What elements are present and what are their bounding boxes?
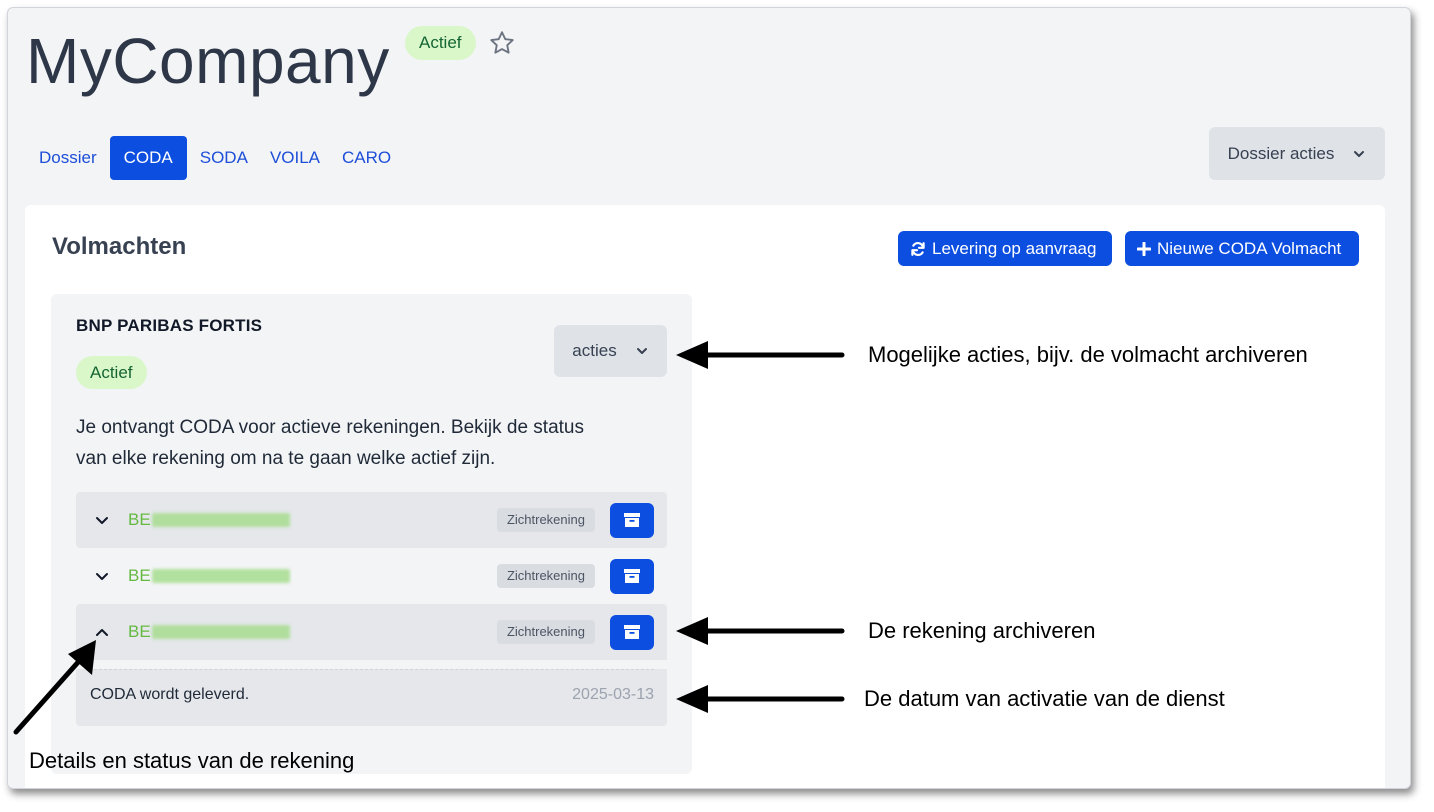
chevron-down-icon: [96, 573, 108, 580]
account-row-expanded: BE Zichtrekening: [76, 604, 667, 660]
star-icon[interactable]: [488, 29, 516, 57]
account-detail: CODA wordt geleverd. 2025-03-13: [76, 669, 667, 726]
detail-activation-date: 2025-03-13: [572, 686, 654, 703]
app-window: MyCompany Actief Dossier CODA SODA VOILA…: [7, 7, 1411, 789]
nieuwe-label: Nieuwe CODA Volmacht: [1157, 238, 1342, 258]
tab-voila[interactable]: VOILA: [261, 136, 329, 180]
status-badge: Actief: [405, 26, 476, 60]
mandate-card: BNP PARIBAS FORTIS Actief acties Je ontv…: [51, 294, 692, 774]
expand-toggle[interactable]: [76, 568, 128, 584]
section-title: Volmachten: [52, 233, 187, 260]
archive-button[interactable]: [610, 558, 654, 594]
expand-toggle[interactable]: [76, 512, 128, 528]
iban: BE: [128, 622, 497, 642]
annotation-datum: De datum van activatie van de dienst: [864, 686, 1225, 711]
tab-coda[interactable]: CODA: [109, 136, 187, 180]
iban-redacted: [151, 625, 290, 639]
levering-op-aanvraag-button[interactable]: Levering op aanvraag: [898, 231, 1112, 266]
acties-dropdown-button[interactable]: acties: [554, 325, 667, 377]
chevron-down-icon: [636, 348, 647, 354]
archive-icon: [624, 569, 640, 583]
iban: BE: [128, 566, 497, 586]
account-type-badge: Zichtrekening: [496, 508, 595, 532]
archive-button[interactable]: [610, 614, 654, 650]
iban-redacted: [151, 569, 290, 583]
archive-button[interactable]: [610, 502, 654, 538]
card-status-badge: Actief: [76, 356, 147, 389]
detail-status-text: CODA wordt geleverd.: [90, 686, 250, 703]
collapse-toggle[interactable]: [76, 624, 128, 640]
chevron-down-icon: [96, 517, 108, 524]
tab-soda[interactable]: SODA: [191, 136, 257, 180]
refresh-icon: [911, 241, 925, 256]
archive-icon: [624, 513, 640, 527]
page-title: MyCompany: [26, 25, 390, 97]
chevron-down-icon: [1354, 150, 1365, 157]
bank-name: BNP PARIBAS FORTIS: [76, 316, 263, 335]
iban-prefix: BE: [128, 622, 151, 641]
nieuwe-coda-volmacht-button[interactable]: Nieuwe CODA Volmacht: [1125, 231, 1359, 266]
iban: BE: [128, 510, 497, 530]
dossier-actions-button[interactable]: Dossier acties: [1209, 127, 1385, 180]
annotation-archiveren: De rekening archiveren: [868, 618, 1096, 643]
levering-label: Levering op aanvraag: [932, 238, 1097, 258]
acties-label: acties: [572, 341, 617, 360]
divider: [89, 669, 654, 670]
account-type-badge: Zichtrekening: [496, 620, 595, 644]
account-row: BE Zichtrekening: [76, 548, 667, 604]
account-type-badge: Zichtrekening: [496, 564, 595, 588]
annotation-acties: Mogelijke acties, bijv. de volmacht arch…: [868, 342, 1308, 367]
annotation-details: Details en status van de rekening: [29, 748, 355, 773]
chevron-up-icon: [96, 629, 108, 636]
tab-bar: Dossier CODA SODA VOILA CARO: [30, 136, 400, 180]
account-row: BE Zichtrekening: [76, 492, 667, 548]
tab-dossier[interactable]: Dossier: [30, 136, 106, 180]
archive-icon: [624, 625, 640, 639]
iban-prefix: BE: [128, 566, 151, 585]
iban-redacted: [151, 513, 290, 527]
card-description: Je ontvangt CODA voor actieve rekeningen…: [76, 417, 584, 469]
plus-icon: [1137, 241, 1151, 256]
iban-prefix: BE: [128, 510, 151, 529]
tab-caro[interactable]: CARO: [333, 136, 400, 180]
dossier-actions-label: Dossier acties: [1227, 143, 1335, 163]
